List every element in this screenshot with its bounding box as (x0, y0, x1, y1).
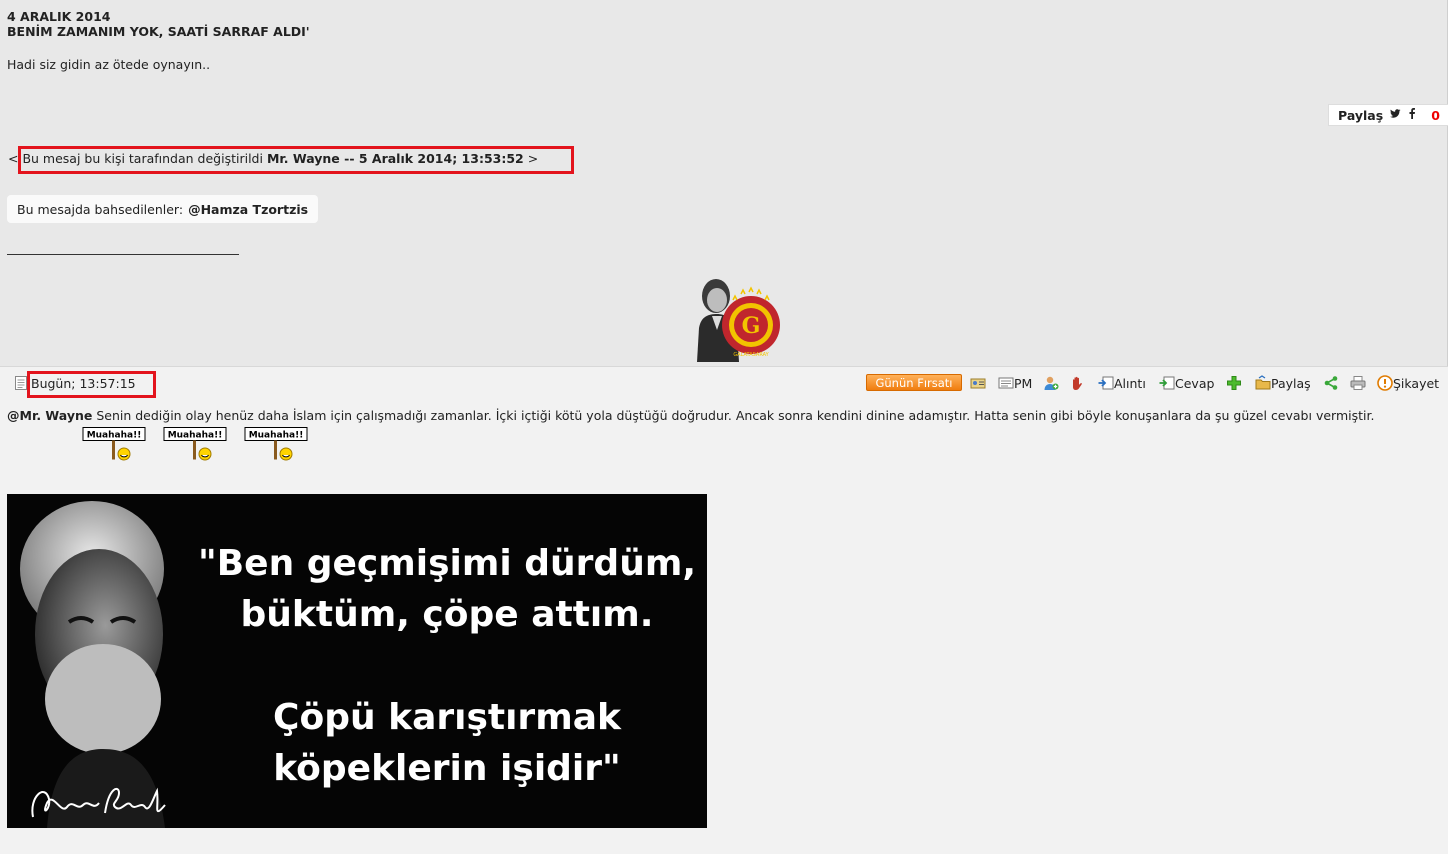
quote-label: Alıntı (1114, 375, 1146, 391)
smiley-sign-text: Muahaha!! (249, 431, 304, 441)
quote-text: "Ben geçmişimi dürdüm, büktüm, çöpe attı… (177, 538, 707, 794)
laughing-sign-smiley-icon: Muahaha!! (244, 427, 308, 461)
quote-button[interactable]: Alıntı (1098, 374, 1146, 392)
add-friend-button[interactable] (1043, 374, 1059, 392)
share-folder-icon (1255, 375, 1271, 390)
mention-link[interactable]: @Mr. Wayne (7, 408, 92, 423)
post-body: Hadi siz gidin az ötede oynayın.. (7, 57, 211, 72)
user-card-button[interactable] (970, 374, 986, 392)
print-button[interactable] (1350, 374, 1366, 392)
reply-button[interactable]: Cevap (1159, 374, 1214, 392)
highlight-box-timestamp (27, 371, 156, 398)
report-label: Şikayet (1393, 375, 1440, 391)
warning-icon (1377, 375, 1393, 391)
smiley-sign-text: Muahaha!! (87, 431, 142, 441)
share-label: Paylaş (1271, 375, 1311, 391)
mentions-label: Bu mesajda bahsedilenler: (17, 201, 184, 217)
report-button[interactable]: Şikayet (1377, 374, 1439, 392)
signature-image: G GALATASARAY (697, 279, 780, 362)
quote-icon (1098, 376, 1114, 390)
previous-post: 4 ARALIK 2014 BENİM ZAMANIM YOK, SAATİ S… (0, 0, 1448, 366)
add-user-icon (1044, 376, 1059, 390)
post-date: 4 ARALIK 2014 (7, 9, 111, 24)
pm-label: PM (1014, 375, 1033, 391)
laughing-sign-smiley-icon: Muahaha!! (82, 427, 146, 461)
smiley-sign-text: Muahaha!! (168, 431, 223, 441)
message-icon (998, 377, 1014, 389)
twitter-icon[interactable] (1390, 108, 1401, 122)
social-share-button[interactable] (1323, 374, 1339, 392)
printer-icon (1350, 376, 1366, 390)
post-text: Senin dediğin olay henüz daha İslam için… (92, 408, 1375, 423)
share-button[interactable]: Paylaş (1255, 374, 1311, 392)
share-count: 0 (1431, 107, 1440, 123)
post-title: BENİM ZAMANIM YOK, SAATİ SARRAF ALDI' (7, 24, 310, 39)
plus-icon (1227, 376, 1241, 390)
block-hand-icon (1073, 376, 1082, 390)
reply-icon (1159, 376, 1175, 390)
svg-text:G: G (742, 313, 761, 339)
share-label[interactable]: Paylaş (1338, 108, 1383, 123)
highlight-box-edit-note (18, 146, 574, 174)
laughing-sign-smiley-icon: Muahaha!! (163, 427, 227, 461)
signature-divider (7, 254, 239, 255)
quote-image: "Ben geçmişimi dürdüm, büktüm, çöpe attı… (7, 494, 707, 828)
reply-label: Cevap (1175, 375, 1215, 391)
pm-button[interactable]: PM (998, 374, 1032, 392)
seal-text: GALATASARAY (733, 352, 769, 358)
quote-line-4: köpeklerin işidir" (273, 748, 621, 789)
quote-line-1: "Ben geçmişimi dürdüm, (197, 543, 697, 584)
mentions-box: Bu mesajda bahsedilenler: @Hamza Tzortzi… (7, 195, 319, 223)
deal-of-day-button[interactable]: Günün Fırsatı (866, 374, 962, 391)
quote-line-3: Çöpü karıştırmak (273, 697, 621, 738)
mentioned-user-link[interactable]: @Hamza Tzortzis (188, 202, 308, 217)
post-content: @Mr. Wayne Senin dediğin olay henüz daha… (7, 405, 1427, 427)
share-nodes-icon (1324, 376, 1338, 390)
plus-button[interactable] (1226, 374, 1242, 392)
handwritten-signature (31, 787, 166, 818)
post-separator (0, 366, 1448, 367)
user-card-icon (970, 378, 986, 389)
document-icon (15, 376, 27, 390)
facebook-icon[interactable] (1408, 108, 1416, 122)
ignore-button[interactable] (1070, 374, 1086, 392)
quote-line-2: büktüm, çöpe attım. (240, 594, 654, 635)
share-box: Paylaş 0 (1328, 104, 1448, 126)
